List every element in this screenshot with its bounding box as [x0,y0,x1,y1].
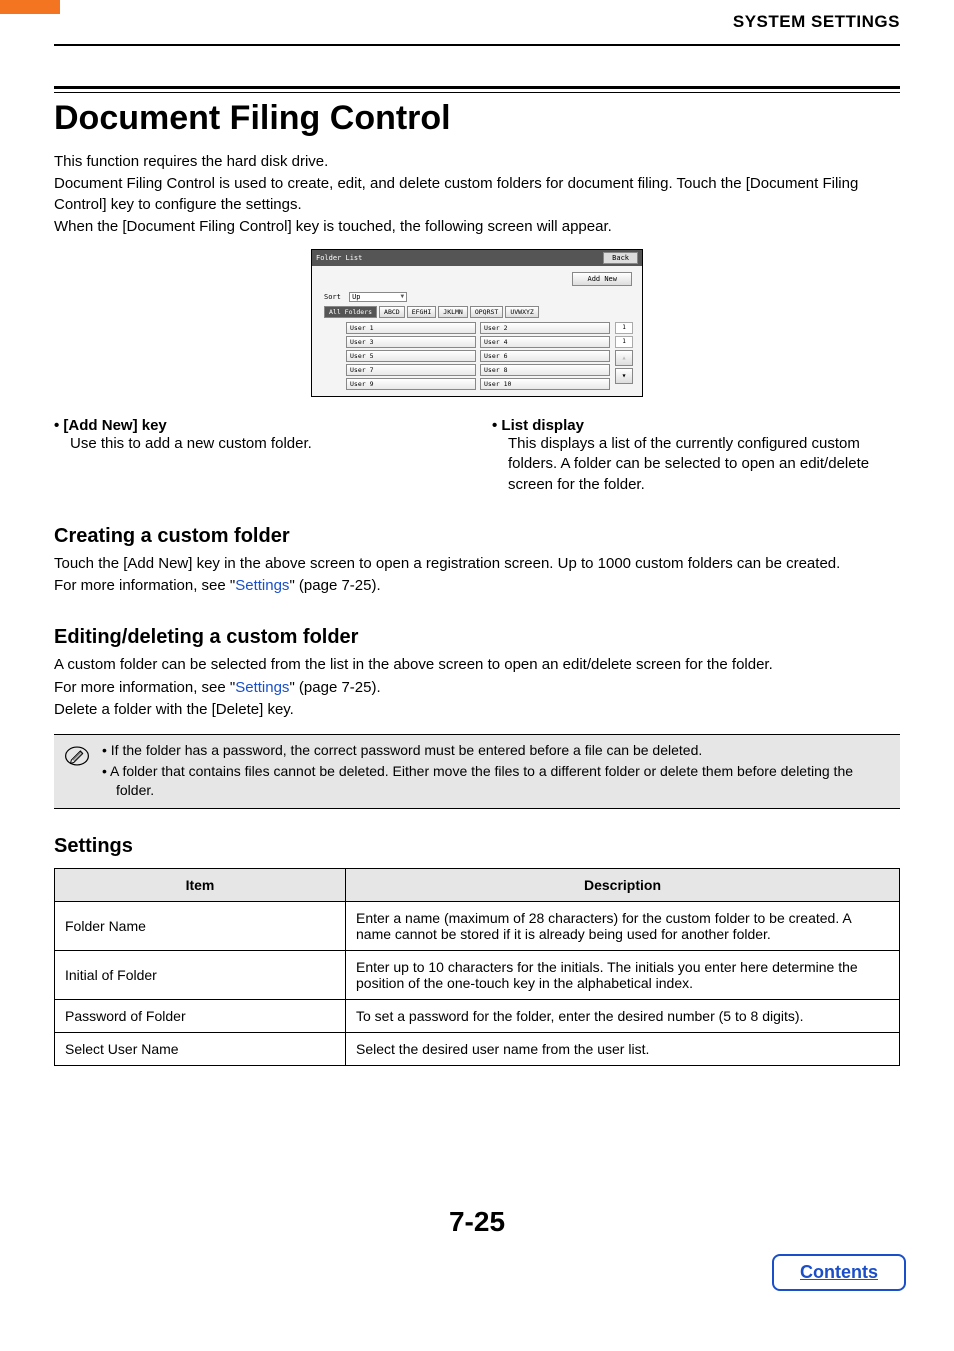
tab-opqrst[interactable]: OPQRST [470,306,503,318]
folder-item[interactable]: User 3 [346,336,476,348]
creating-p1: Touch the [Add New] key in the above scr… [54,554,900,574]
page-title: Document Filing Control [54,99,900,138]
th-item: Item [55,868,346,901]
creating-p2a: For more information, see " [54,577,235,594]
intro-p1: This function requires the hard disk dri… [54,152,900,172]
contents-button[interactable]: Contents [772,1254,906,1291]
folder-item[interactable]: User 7 [346,364,476,376]
tab-abcd[interactable]: ABCD [379,306,405,318]
folder-item[interactable]: User 10 [480,378,610,390]
feature-addnew-title: [Add New] key [54,417,462,434]
note-2: A folder that contains files cannot be d… [102,762,890,800]
corner-accent [0,0,60,14]
settings-heading: Settings [54,835,900,858]
editing-p1: A custom folder can be selected from the… [54,655,900,675]
cell-desc: Select the desired user name from the us… [346,1032,900,1065]
folder-item[interactable]: User 1 [346,322,476,334]
page-number: 7-25 [54,1206,900,1238]
note-1: If the folder has a password, the correc… [102,741,890,760]
intro-p2: Document Filing Control is used to creat… [54,174,900,215]
folder-item[interactable]: User 2 [480,322,610,334]
cell-item: Select User Name [55,1032,346,1065]
scroll-down-button[interactable]: ▾ [615,368,633,384]
feature-list-title: List display [492,417,900,434]
editing-heading: Editing/deleting a custom folder [54,626,900,649]
cell-desc: To set a password for the folder, enter … [346,999,900,1032]
page-indicator-current: 1 [615,322,633,334]
folder-list-screenshot: Folder List Back Add New Sort Up All Fol… [311,249,643,397]
settings-link[interactable]: Settings [235,679,289,696]
title-rule-thin [54,92,900,93]
settings-link[interactable]: Settings [235,577,289,594]
cell-desc: Enter up to 10 characters for the initia… [346,950,900,999]
pencil-note-icon [64,745,90,767]
table-row: Select User Name Select the desired user… [55,1032,900,1065]
folder-item[interactable]: User 6 [480,350,610,362]
cell-desc: Enter a name (maximum of 28 characters) … [346,901,900,950]
feature-list-desc: This displays a list of the currently co… [508,434,900,495]
editing-p2b: " (page 7-25). [289,679,380,696]
tab-jklmn[interactable]: JKLMN [438,306,468,318]
table-row: Password of Folder To set a password for… [55,999,900,1032]
cell-item: Password of Folder [55,999,346,1032]
editing-p3: Delete a folder with the [Delete] key. [54,700,900,720]
add-new-button[interactable]: Add New [572,272,632,286]
editing-p2: For more information, see "Settings" (pa… [54,678,900,698]
note-box: If the folder has a password, the correc… [54,734,900,809]
folder-item[interactable]: User 4 [480,336,610,348]
editing-p2a: For more information, see " [54,679,235,696]
tab-efghi[interactable]: EFGHI [407,306,437,318]
intro-p3: When the [Document Filing Control] key i… [54,217,900,237]
folder-item[interactable]: User 5 [346,350,476,362]
tab-uvwxyz[interactable]: UVWXYZ [505,306,538,318]
sort-label: Sort [324,293,341,301]
sort-dropdown[interactable]: Up [349,292,407,302]
table-row: Folder Name Enter a name (maximum of 28 … [55,901,900,950]
feature-addnew-desc: Use this to add a new custom folder. [70,434,462,454]
section-header: SYSTEM SETTINGS [733,12,900,31]
th-desc: Description [346,868,900,901]
settings-table: Item Description Folder Name Enter a nam… [54,868,900,1066]
creating-p2: For more information, see "Settings" (pa… [54,576,900,596]
folder-item[interactable]: User 9 [346,378,476,390]
creating-heading: Creating a custom folder [54,525,900,548]
creating-p2b: " (page 7-25). [289,577,380,594]
cell-item: Initial of Folder [55,950,346,999]
page-indicator-total: 1 [615,336,633,348]
tab-all-folders[interactable]: All Folders [324,306,377,318]
title-rule-thick [54,86,900,89]
folder-item[interactable]: User 8 [480,364,610,376]
scroll-up-button[interactable]: ▴ [615,350,633,366]
back-button[interactable]: Back [603,252,638,264]
screen-title: Folder List [316,254,362,262]
cell-item: Folder Name [55,901,346,950]
table-row: Initial of Folder Enter up to 10 charact… [55,950,900,999]
